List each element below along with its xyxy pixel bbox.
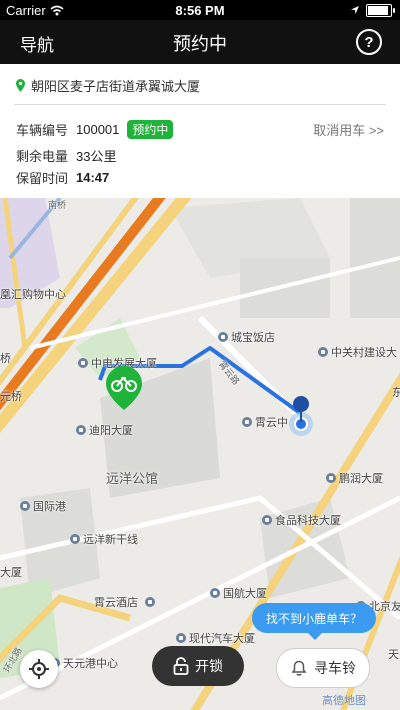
address-text: 朝阳区麦子店街道承翼诚大厦 [31,79,201,94]
battery-icon [366,3,395,17]
location-arrow-icon [351,6,359,14]
vehicle-row: 车辆编号 100001 预约中 [16,120,174,139]
map-label: 城宝饭店 [218,329,275,345]
map-label: 霄云中 [242,414,288,430]
map-label: 南桥 [48,200,67,210]
clock: 8:56 PM [175,2,225,18]
status-bar: Carrier 8:56 PM [0,0,400,20]
bell-icon [291,660,307,676]
battery-value: 33公里 [76,149,117,164]
status-right [350,3,395,17]
status-badge: 预约中 [127,120,174,139]
battery-label: 剩余电量 [16,149,69,164]
poi-icon [242,417,252,427]
divider [14,104,386,105]
map-label: 迪阳大厦 [76,422,133,438]
map-label: 国航大厦 [210,585,267,601]
map-label: 远洋公馆 [106,471,159,486]
bike-icon [106,366,142,410]
ring-bell-button[interactable]: 寻车铃 [276,648,370,688]
crosshair-icon [29,659,49,679]
map-label: 桥 [0,353,11,365]
map-label: 食品科技大厦 [262,512,341,528]
poi-icon [262,515,272,525]
unlock-label: 开锁 [195,658,223,674]
map-label: 鹏润大厦 [326,470,383,486]
bike-marker[interactable] [106,366,142,410]
reservation-panel: 朝阳区麦子店街道承翼诚大厦 车辆编号 100001 预约中 取消用车 >> 剩余… [0,64,400,198]
locate-button[interactable] [20,650,58,688]
map-label: 大厦 [0,567,22,579]
map-label: 元桥 [0,391,22,403]
map-label: 凰汇购物中心 [0,289,66,301]
cancel-reservation-link[interactable]: 取消用车 >> [313,120,384,139]
cant-find-bike-bubble[interactable]: 找不到小鹿单车？ [252,603,376,640]
poi-icon [210,588,220,598]
vehicle-number: 100001 [76,122,120,137]
poi-icon [176,633,186,643]
map-provider-logo: 高德地图 [322,695,366,707]
hold-time-row: 保留时间 14:47 [16,168,109,187]
poi-icon [218,332,228,342]
map-label: 现代汽车大厦 [176,630,255,646]
map-label: 东 [392,387,400,399]
poi-icon [78,358,88,368]
location-pin-icon [289,396,313,436]
location-pin-icon [16,79,25,92]
unlock-button[interactable]: 开锁 [152,646,244,686]
poi-icon [318,347,328,357]
poi-icon [326,473,336,483]
poi-icon [76,425,86,435]
map-label: 国际港 [20,498,66,514]
hold-time-label: 保留时间 [16,171,69,186]
vehicle-label: 车辆编号 [16,123,69,138]
poi-icon [70,534,80,544]
map-label: 中关村建设大 [318,344,397,360]
hold-time-value: 14:47 [76,170,110,185]
nav-bar: 导航 预约中 ? [0,20,400,64]
page-title: 预约中 [173,34,227,54]
map-label: 天 [388,649,399,661]
help-button[interactable]: ? [356,29,382,55]
poi-icon [145,597,155,607]
map-label: 霄云酒店 [94,594,155,610]
user-location-marker [286,394,316,438]
map-view[interactable]: 中电发展大厦 城宝饭店 中关村建设大 迪阳大厦 霄云中 远洋公馆 鹏润大厦 国际… [0,198,400,710]
map-label: 天元港中心 [50,655,118,671]
map-label: 远洋新干线 [70,531,138,547]
lock-icon [173,657,189,675]
ring-bell-label: 寻车铃 [314,660,356,676]
battery-row: 剩余电量 33公里 [16,146,116,165]
address-row: 朝阳区麦子店街道承翼诚大厦 [16,76,200,95]
poi-icon [20,501,30,511]
